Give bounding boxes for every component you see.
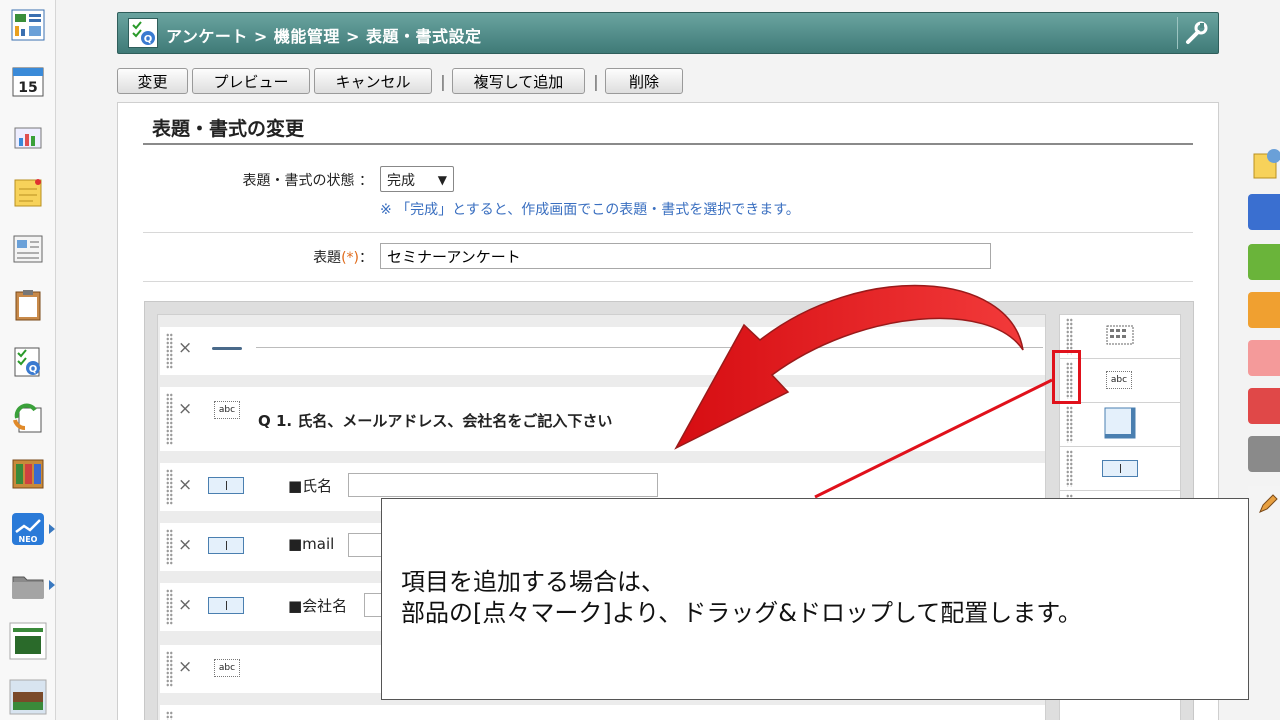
- remove-button[interactable]: ×: [178, 595, 192, 615]
- left-launcher: 15 Q NEO: [0, 0, 56, 720]
- drag-handle[interactable]: [166, 393, 173, 445]
- drag-handle[interactable]: [1066, 450, 1073, 487]
- photo-banner-icon[interactable]: [9, 678, 47, 716]
- field-label: ■mail: [288, 535, 335, 553]
- toolbar-separator: |: [593, 71, 599, 91]
- toolbar: 変更 プレビュー キャンセル | 複写して追加 | 削除: [117, 67, 687, 95]
- drag-handle[interactable]: [166, 333, 173, 369]
- wrench-icon[interactable]: [1184, 21, 1208, 45]
- remove-button[interactable]: ×: [178, 338, 192, 358]
- breadcrumb: アンケート > 機能管理 > 表題・書式設定: [166, 27, 482, 46]
- pencil-icon[interactable]: [1248, 486, 1280, 520]
- drag-handle-highlight: [1052, 350, 1081, 404]
- svg-text:Q: Q: [144, 34, 153, 45]
- form-row-line[interactable]: ×: [160, 327, 1045, 375]
- line-part-icon: [212, 347, 242, 350]
- abc-part-icon: abc: [214, 659, 240, 677]
- cancel-button[interactable]: キャンセル: [314, 68, 432, 94]
- text-field-part-icon: [208, 537, 244, 554]
- question-text: Q 1. 氏名、メールアドレス、会社名をご記入下さい: [258, 412, 613, 430]
- drag-handle[interactable]: [166, 469, 173, 505]
- separator-line: [256, 347, 1043, 348]
- delete-button[interactable]: 削除: [605, 68, 683, 94]
- app-grid-icon[interactable]: [9, 6, 47, 44]
- status-value: 完成: [387, 173, 415, 189]
- color-tab-red[interactable]: [1248, 388, 1280, 424]
- divider: [143, 232, 1193, 233]
- color-tab-gray[interactable]: [1248, 436, 1280, 472]
- drag-handle[interactable]: [166, 529, 173, 565]
- recycle-doc-icon[interactable]: [9, 398, 47, 436]
- promo-banner-icon[interactable]: [9, 622, 47, 660]
- svg-text:15: 15: [18, 80, 37, 96]
- remove-button[interactable]: ×: [178, 399, 192, 419]
- drag-handle[interactable]: [166, 711, 173, 720]
- svg-text:Q: Q: [29, 364, 38, 375]
- status-select[interactable]: 完成 ▼: [380, 166, 454, 192]
- status-label: 表題・書式の状態 ：: [242, 173, 373, 189]
- color-tab-orange[interactable]: [1248, 292, 1280, 328]
- abc-part-icon: abc: [1106, 371, 1132, 389]
- text-field-part-icon: [208, 597, 244, 614]
- callout-text: 項目を追加する場合は、 部品の[点々マーク]より、ドラッグ&ドロップして配置しま…: [401, 567, 1082, 629]
- divider: [143, 281, 1193, 282]
- required-mark: (*): [341, 250, 359, 266]
- title-label: 表題(*)：: [178, 247, 373, 267]
- drag-handle[interactable]: [1066, 406, 1073, 443]
- memo-icon[interactable]: [9, 174, 47, 212]
- abc-label: abc: [218, 663, 236, 673]
- callout-box: 項目を追加する場合は、 部品の[点々マーク]より、ドラッグ&ドロップして配置しま…: [381, 498, 1249, 700]
- chart-board-icon[interactable]: [9, 118, 47, 156]
- callout-line-2: 部品の[点々マーク]より、ドラッグ&ドロップして配置します。: [401, 599, 1082, 627]
- section-title: 表題・書式の変更: [152, 118, 305, 140]
- color-tab-pink[interactable]: [1248, 340, 1280, 376]
- drag-handle[interactable]: [166, 589, 173, 625]
- header-divider: [1177, 17, 1178, 49]
- textarea-part-icon: [1104, 407, 1136, 445]
- svg-text:NEO: NEO: [19, 535, 38, 544]
- title-label-colon: ：: [359, 250, 373, 266]
- callout-line-1: 項目を追加する場合は、: [401, 568, 665, 596]
- binders-icon[interactable]: [9, 454, 47, 492]
- survey-icon[interactable]: Q: [9, 342, 47, 380]
- folder-icon[interactable]: [9, 566, 55, 604]
- remove-button[interactable]: ×: [178, 657, 192, 677]
- abc-label: abc: [1110, 375, 1128, 385]
- field-label: ■氏名: [288, 477, 333, 495]
- grid-part-icon: [1106, 324, 1134, 350]
- color-tab-blue[interactable]: [1248, 194, 1280, 230]
- text-field-part-icon: [1102, 460, 1138, 477]
- right-side-tabs: [1248, 0, 1280, 720]
- status-hint: ※ 「完成」とすると、作成画面でこの表題・書式を選択できます。: [380, 202, 800, 218]
- remove-button[interactable]: ×: [178, 475, 192, 495]
- clipboard-icon[interactable]: [9, 286, 47, 324]
- form-row[interactable]: [160, 705, 1045, 720]
- palette-item-text-field[interactable]: [1060, 447, 1180, 491]
- title-input[interactable]: [380, 243, 991, 269]
- abc-part-icon: abc: [214, 401, 240, 419]
- palette-item-textarea[interactable]: [1060, 403, 1180, 447]
- toolbar-separator: |: [440, 71, 446, 91]
- abc-label: abc: [218, 405, 236, 415]
- change-button[interactable]: 変更: [117, 68, 188, 94]
- bulletin-icon[interactable]: [9, 230, 47, 268]
- text-input[interactable]: [348, 473, 658, 497]
- preview-button[interactable]: プレビュー: [192, 68, 310, 94]
- field-label: ■会社名: [288, 597, 348, 615]
- title-label-text: 表題: [313, 250, 342, 266]
- chevron-down-icon: ▼: [437, 173, 447, 187]
- text-field-part-icon: [208, 477, 244, 494]
- page-header: Q アンケート > 機能管理 > 表題・書式設定: [117, 12, 1219, 54]
- drag-handle[interactable]: [166, 651, 173, 687]
- form-row-question[interactable]: × abc Q 1. 氏名、メールアドレス、会社名をご記入下さい: [160, 387, 1045, 451]
- title-rule: [143, 143, 1193, 145]
- notes-icon[interactable]: [1248, 144, 1280, 182]
- calendar-icon[interactable]: 15: [9, 62, 47, 100]
- color-tab-green[interactable]: [1248, 244, 1280, 280]
- survey-icon: Q: [128, 18, 158, 48]
- neo-icon[interactable]: NEO: [9, 510, 55, 548]
- copy-add-button[interactable]: 複写して追加: [452, 68, 585, 94]
- remove-button[interactable]: ×: [178, 535, 192, 555]
